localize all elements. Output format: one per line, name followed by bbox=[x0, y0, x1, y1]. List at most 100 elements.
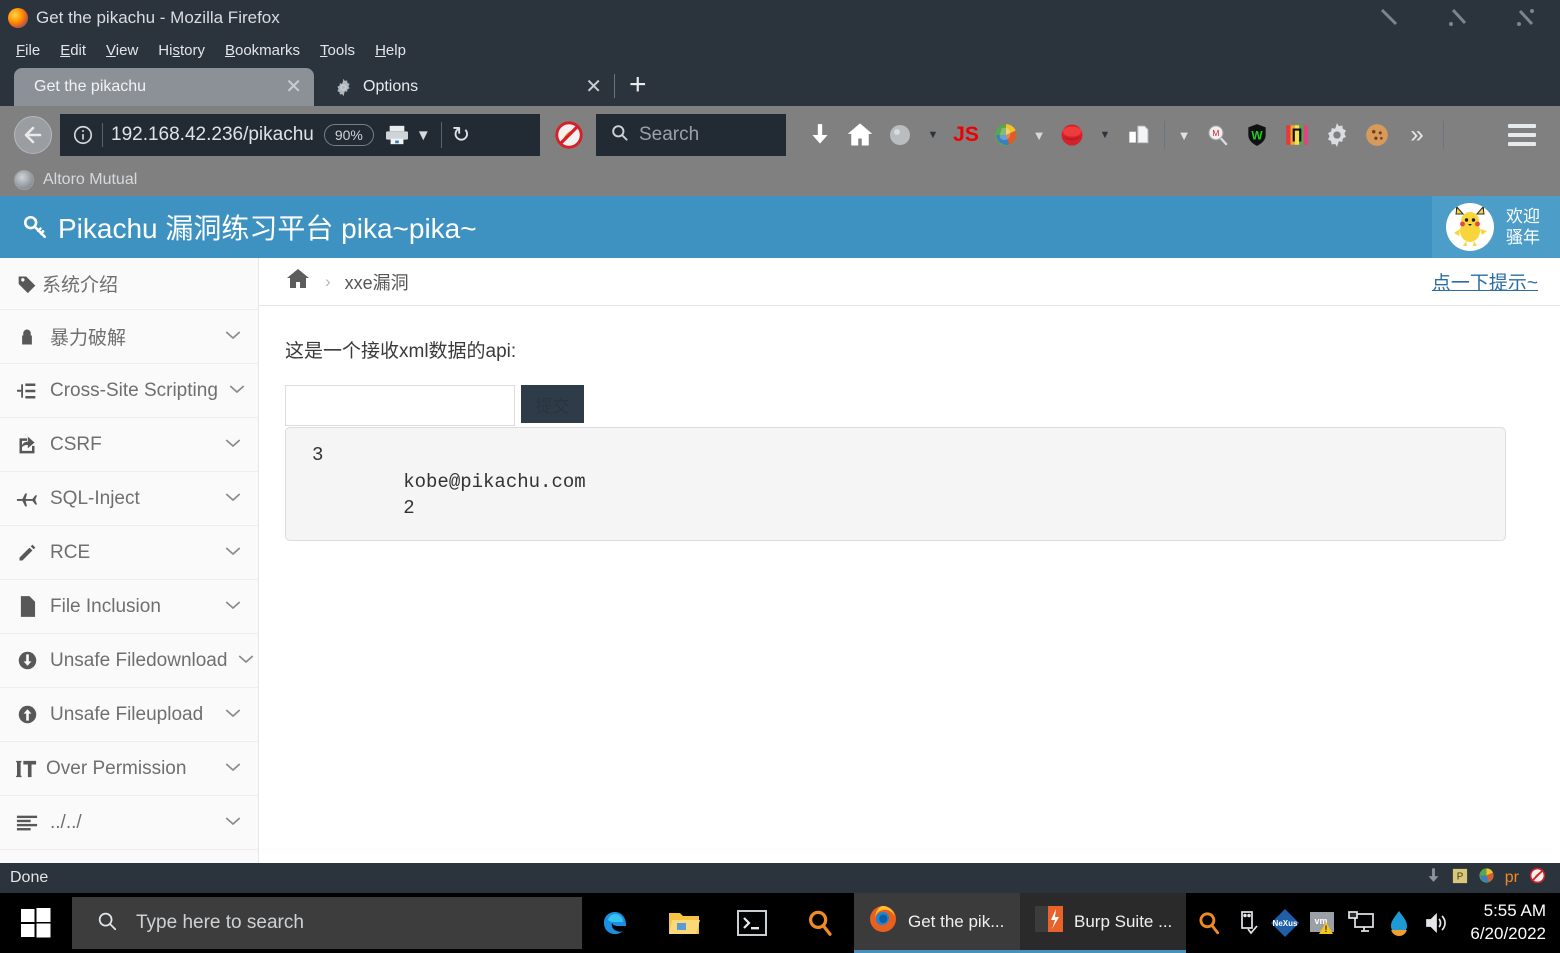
menu-file[interactable]: FFileile bbox=[6, 40, 50, 61]
close-icon[interactable]: ✕ bbox=[585, 77, 602, 97]
chevron-down-icon[interactable] bbox=[224, 436, 242, 454]
home-icon[interactable] bbox=[840, 115, 880, 155]
sidebar-item-xss[interactable]: Cross-Site Scripting bbox=[0, 364, 258, 418]
chevron-down-icon[interactable]: ▼ bbox=[416, 127, 431, 144]
tab-options[interactable]: Options ✕ bbox=[314, 68, 614, 106]
hint-link[interactable]: 点一下提示~ bbox=[1432, 268, 1538, 295]
windows-start-icon[interactable] bbox=[0, 893, 72, 953]
chevron-down-icon[interactable] bbox=[224, 544, 242, 562]
close-icon[interactable] bbox=[1492, 0, 1560, 36]
sidebar-item-brute-force[interactable]: 暴力破解 bbox=[0, 310, 258, 364]
overflow-chevrons-icon[interactable]: » bbox=[1397, 115, 1437, 155]
taskbar-clock[interactable]: 5:55 AM 6/20/2022 bbox=[1460, 900, 1560, 946]
hackbar-icon[interactable] bbox=[1052, 115, 1092, 155]
vmware-warning-icon[interactable]: vm ! bbox=[1304, 893, 1342, 953]
javascript-toggle-icon[interactable]: JS bbox=[946, 115, 986, 155]
chevron-down-icon[interactable]: ▼ bbox=[920, 115, 946, 155]
bookmark-altoro-mutual[interactable]: Altoro Mutual bbox=[43, 171, 137, 189]
greeting-text: 欢迎 骚年 bbox=[1506, 206, 1540, 249]
reload-button[interactable]: ↻ bbox=[452, 122, 470, 148]
user-greeting-block[interactable]: 欢迎 骚年 bbox=[1432, 196, 1560, 258]
reload-separator bbox=[440, 122, 442, 148]
sidebar-item-over-permission[interactable]: Over Permission bbox=[0, 742, 258, 796]
chevron-down-icon[interactable] bbox=[228, 382, 246, 400]
url-separator bbox=[102, 123, 103, 147]
site-brand[interactable]: Pikachu 漏洞练习平台 pika~pika~ bbox=[0, 207, 477, 247]
sidebar-item-directory-traversal[interactable]: ../../ bbox=[0, 796, 258, 850]
search-bar[interactable]: Search bbox=[596, 114, 786, 156]
sidebar-item-file-inclusion[interactable]: File Inclusion bbox=[0, 580, 258, 634]
back-button[interactable] bbox=[14, 116, 52, 154]
water-drop-icon[interactable] bbox=[1380, 893, 1418, 953]
search-magnifier-icon[interactable]: M bbox=[1197, 115, 1237, 155]
chevron-down-icon[interactable] bbox=[237, 652, 255, 670]
proxy-switch-icon[interactable] bbox=[1118, 115, 1158, 155]
menu-edit[interactable]: Edit bbox=[50, 40, 96, 61]
sidebar-item-sql-inject[interactable]: SQL-Inject bbox=[0, 472, 258, 526]
file-explorer-icon[interactable] bbox=[650, 893, 718, 953]
sidebar-item-csrf[interactable]: CSRF bbox=[0, 418, 258, 472]
colorpicker-icon[interactable] bbox=[1277, 115, 1317, 155]
submit-button[interactable]: 提交 bbox=[521, 385, 584, 423]
menu-bookmarks[interactable]: Bookmarks bbox=[215, 40, 310, 61]
url-bar[interactable]: 192.168.42.236/pikachu 90% ▼ ↻ bbox=[60, 114, 540, 156]
edge-icon[interactable] bbox=[582, 893, 650, 953]
chevron-down-icon[interactable]: ▼ bbox=[1092, 115, 1118, 155]
wappalyzer-icon[interactable] bbox=[880, 115, 920, 155]
nexus-icon[interactable]: NeXus bbox=[1266, 893, 1304, 953]
terminal-icon[interactable] bbox=[718, 893, 786, 953]
menu-view[interactable]: View bbox=[96, 40, 148, 61]
menu-tools[interactable]: Tools bbox=[310, 40, 365, 61]
printer-icon[interactable] bbox=[384, 124, 410, 146]
wayback-label: W bbox=[1251, 128, 1263, 142]
sidebar-item-label: Unsafe Fileupload bbox=[50, 703, 204, 725]
sidebar-item-label: Cross-Site Scripting bbox=[50, 379, 218, 401]
search-everything-tray-icon[interactable] bbox=[1190, 893, 1228, 953]
sidebar-item-rce[interactable]: RCE bbox=[0, 526, 258, 580]
close-icon[interactable]: ✕ bbox=[285, 77, 302, 97]
taskbar-window-firefox[interactable]: Get the pik... bbox=[854, 893, 1020, 953]
chevron-down-icon[interactable] bbox=[224, 328, 242, 346]
proxy-badge-icon[interactable]: P bbox=[1452, 868, 1468, 889]
noscript-icon[interactable] bbox=[1529, 867, 1546, 889]
taskbar-search-box[interactable]: Type here to search bbox=[72, 897, 582, 949]
sync-icon[interactable] bbox=[1478, 867, 1495, 889]
chevron-down-icon[interactable]: ▼ bbox=[1171, 115, 1197, 155]
pr-badge-icon[interactable]: pr bbox=[1505, 869, 1519, 887]
settings-gear-icon[interactable] bbox=[1317, 115, 1357, 155]
sync-icon[interactable] bbox=[986, 115, 1026, 155]
info-circle-icon[interactable] bbox=[66, 124, 100, 146]
wayback-shield-icon[interactable]: W bbox=[1237, 115, 1277, 155]
js-label: JS bbox=[953, 123, 979, 146]
chevron-down-icon[interactable] bbox=[224, 760, 242, 778]
new-tab-button[interactable]: + bbox=[615, 70, 661, 104]
remote-desktop-icon[interactable] bbox=[1342, 893, 1380, 953]
usb-eject-icon[interactable] bbox=[1228, 893, 1266, 953]
home-icon[interactable] bbox=[285, 267, 311, 297]
xml-input[interactable] bbox=[285, 385, 515, 426]
downloads-icon[interactable] bbox=[800, 115, 840, 155]
hamburger-menu-icon[interactable] bbox=[1492, 124, 1552, 146]
menu-help[interactable]: Help bbox=[365, 40, 416, 61]
chevron-down-icon[interactable] bbox=[224, 598, 242, 616]
cookie-editor-icon[interactable] bbox=[1357, 115, 1397, 155]
sidebar-item-unsafe-filedownload[interactable]: Unsafe Filedownload bbox=[0, 634, 258, 688]
taskbar-window-burp-suite[interactable]: Burp Suite ... bbox=[1020, 893, 1187, 953]
zoom-level-badge[interactable]: 90% bbox=[323, 124, 374, 146]
url-text[interactable]: 192.168.42.236/pikachu bbox=[111, 124, 314, 146]
chevron-down-icon[interactable] bbox=[224, 814, 242, 832]
noscript-icon[interactable] bbox=[554, 120, 584, 150]
main-content: › xxe漏洞 点一下提示~ 这是一个接收xml数据的api: 提交 3 kob… bbox=[259, 258, 1560, 893]
minimize-icon[interactable] bbox=[1356, 0, 1424, 36]
sidebar-item-unsafe-fileupload[interactable]: Unsafe Fileupload bbox=[0, 688, 258, 742]
tab-get-the-pikachu[interactable]: Get the pikachu ✕ bbox=[14, 68, 314, 106]
chevron-down-icon[interactable]: ▼ bbox=[1026, 115, 1052, 155]
chevron-down-icon[interactable] bbox=[224, 706, 242, 724]
sidebar-item-system-intro[interactable]: 系统介绍 bbox=[0, 258, 258, 310]
search-everything-icon[interactable] bbox=[786, 893, 854, 953]
download-arrow-icon[interactable] bbox=[1425, 867, 1442, 889]
maximize-icon[interactable] bbox=[1424, 0, 1492, 36]
menu-history[interactable]: History bbox=[148, 40, 215, 61]
chevron-down-icon[interactable] bbox=[224, 490, 242, 508]
volume-icon[interactable] bbox=[1418, 893, 1456, 953]
